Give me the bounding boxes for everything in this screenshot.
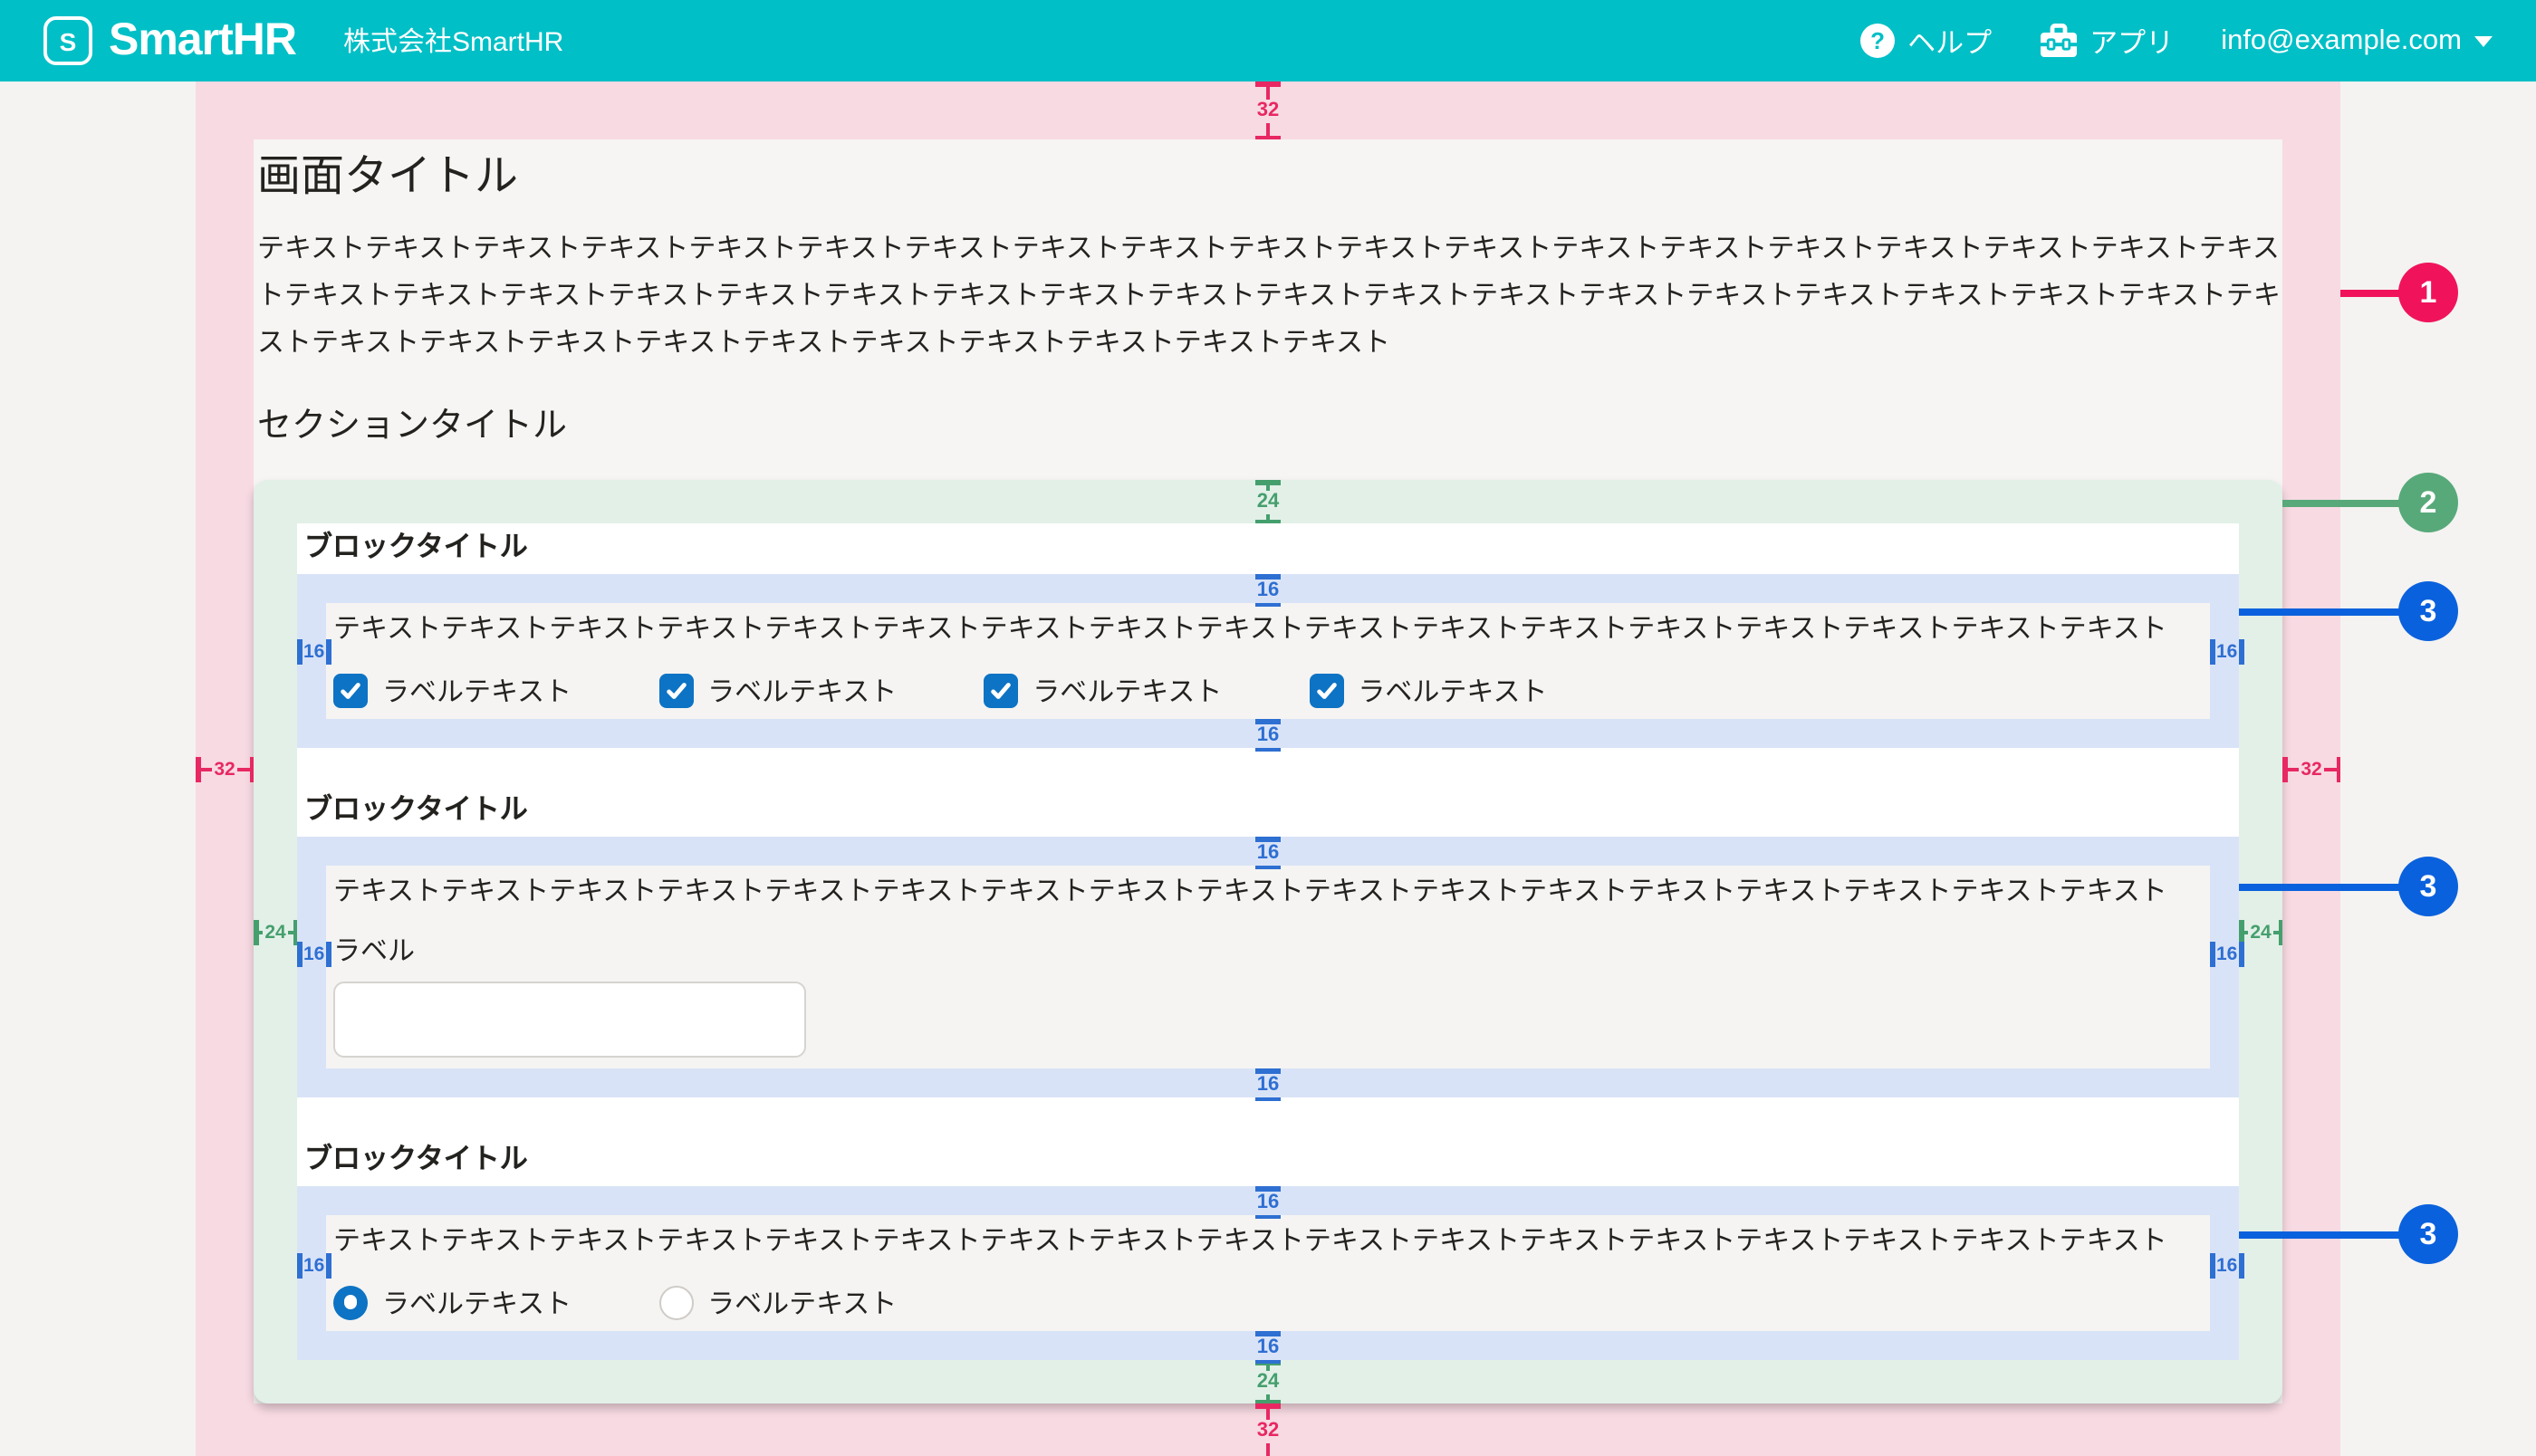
page-margin-marker-bottom: 32 (1243, 1403, 1293, 1456)
block-padding-marker-left: 16 (297, 942, 331, 967)
block-title: ブロックタイトル (304, 1145, 528, 1175)
block-title: ブロックタイトル (304, 532, 528, 563)
block-stack: ブロックタイトル テキストテキストテキストテキストテキストテキストテキストテキス… (297, 523, 2239, 1360)
radio-icon (658, 1285, 694, 1319)
block-padding-marker: 16 (1243, 1186, 1293, 1219)
help-icon: ? (1860, 24, 1896, 58)
radio-row: ラベルテキスト ラベルテキスト (333, 1284, 2203, 1320)
header-nav: ? ヘルプ アプリ info@example.com (1860, 21, 2493, 61)
section-padding-marker-bottom: 24 (1243, 1360, 1293, 1403)
block-text: テキストテキストテキストテキストテキストテキストテキストテキストテキストテキスト… (333, 1226, 2167, 1257)
callout-badge-3: 3 (2398, 1204, 2458, 1264)
callout-badge-2: 2 (2398, 473, 2458, 532)
field-label: ラベル (333, 936, 416, 967)
checkbox-icon (658, 673, 694, 707)
block-title: ブロックタイトル (304, 795, 528, 826)
block-padding-marker: 16 (1243, 574, 1293, 607)
block-checkbox-group: ブロックタイトル テキストテキストテキストテキストテキストテキストテキストテキス… (297, 523, 2239, 748)
callout-badge-1: 1 (2398, 263, 2458, 322)
checkbox-row: ラベルテキスト ラベルテキスト ラベルテキスト ラベルテキスト (333, 672, 2203, 708)
block-padding-marker-left: 16 (297, 1253, 331, 1279)
radio-label: ラベルテキスト (382, 1288, 572, 1319)
page-margin-marker-top: 32 (1243, 81, 1293, 139)
help-menu-item[interactable]: ? ヘルプ (1860, 21, 1992, 61)
radio-label: ラベルテキスト (707, 1288, 898, 1319)
block-padding-marker: 16 (1243, 837, 1293, 869)
page-title: 画面タイトル (257, 152, 518, 201)
page-margin-marker-left: 32 (196, 757, 254, 782)
page: S SmartHR 株式会社SmartHR ? ヘルプ アプリ info@exa… (0, 0, 2536, 1456)
checkbox-icon (984, 673, 1019, 707)
block-padding-marker-right: 16 (2210, 942, 2244, 967)
product-name[interactable]: SmartHR (109, 14, 297, 67)
checkbox-item[interactable]: ラベルテキスト (658, 671, 897, 709)
block-content: テキストテキストテキストテキストテキストテキストテキストテキストテキストテキスト… (326, 866, 2210, 1068)
company-name: 株式会社SmartHR (342, 27, 564, 58)
block-content: テキストテキストテキストテキストテキストテキストテキストテキストテキストテキスト… (326, 603, 2210, 719)
radio-item[interactable]: ラベルテキスト (658, 1283, 897, 1321)
block-content: テキストテキストテキストテキストテキストテキストテキストテキストテキストテキスト… (326, 1215, 2210, 1331)
block-padding-marker: 16 (1243, 719, 1293, 752)
account-menu[interactable]: info@example.com (2221, 24, 2493, 57)
radio-item[interactable]: ラベルテキスト (333, 1283, 572, 1321)
lead-text: テキストテキストテキストテキストテキストテキストテキストテキストテキストテキスト… (257, 234, 2281, 359)
section-highlight: ブロックタイトル テキストテキストテキストテキストテキストテキストテキストテキス… (254, 480, 2282, 1403)
radio-icon (333, 1285, 368, 1319)
checkbox-icon (1309, 673, 1344, 707)
checkbox-item[interactable]: ラベルテキスト (333, 671, 572, 709)
section-padding-marker-left: 24 (254, 920, 297, 945)
chevron-down-icon (2474, 35, 2493, 46)
app-header: S SmartHR 株式会社SmartHR ? ヘルプ アプリ info@exa… (0, 0, 2536, 81)
section-padding-marker-top: 24 (1243, 480, 1293, 523)
checkbox-label: ラベルテキスト (1358, 676, 1548, 707)
block-padding-marker-left: 16 (297, 639, 331, 665)
block-padding-marker-right: 16 (2210, 1253, 2244, 1279)
apps-menu-item[interactable]: アプリ (2039, 21, 2174, 61)
account-email: info@example.com (2221, 24, 2462, 55)
block-padding-marker-right: 16 (2210, 639, 2244, 665)
block-text: テキストテキストテキストテキストテキストテキストテキストテキストテキストテキスト… (333, 614, 2167, 645)
block-text: テキストテキストテキストテキストテキストテキストテキストテキストテキストテキスト… (333, 876, 2167, 907)
section-padding-marker-right: 24 (2239, 920, 2282, 945)
checkbox-item[interactable]: ラベルテキスト (984, 671, 1222, 709)
checkbox-icon (333, 673, 368, 707)
logo-mark: S (59, 26, 77, 55)
checkbox-item[interactable]: ラベルテキスト (1309, 671, 1548, 709)
block-text-field: ブロックタイトル テキストテキストテキストテキストテキストテキストテキストテキス… (297, 786, 2239, 1097)
text-input[interactable] (333, 982, 806, 1058)
checkbox-label: ラベルテキスト (1033, 676, 1223, 707)
section-title: セクションタイトル (257, 407, 568, 445)
briefcase-icon (2039, 24, 2077, 58)
callout-badge-3: 3 (2398, 581, 2458, 641)
smarthr-logo-icon[interactable]: S (43, 16, 92, 65)
block-radio-group: ブロックタイトル テキストテキストテキストテキストテキストテキストテキストテキス… (297, 1135, 2239, 1360)
apps-label: アプリ (2089, 28, 2175, 59)
block-padding-marker: 16 (1243, 1331, 1293, 1364)
checkbox-label: ラベルテキスト (707, 676, 898, 707)
block-padding-highlight: テキストテキストテキストテキストテキストテキストテキストテキストテキストテキスト… (297, 837, 2239, 1097)
page-margin-marker-right: 32 (2282, 757, 2340, 782)
block-padding-marker: 16 (1243, 1068, 1293, 1101)
checkbox-label: ラベルテキスト (382, 676, 572, 707)
help-label: ヘルプ (1907, 28, 1993, 59)
callout-badge-3: 3 (2398, 857, 2458, 916)
